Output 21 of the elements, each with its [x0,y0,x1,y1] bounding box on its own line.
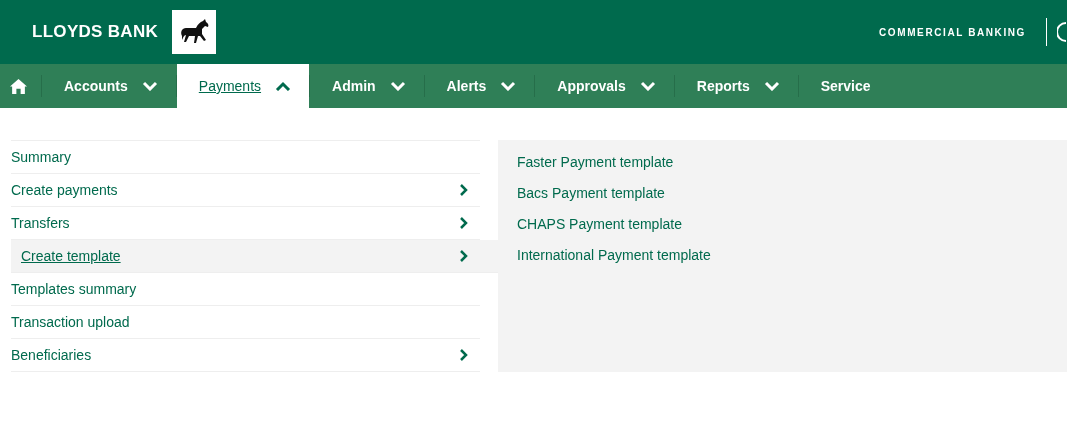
bank-name: LLOYDS BANK [32,22,159,42]
nav-tab[interactable]: Reports [674,64,798,108]
menu-item[interactable]: Templates summary [11,273,480,306]
menu-item[interactable]: Beneficiaries [11,339,480,372]
submenu-link[interactable]: Faster Payment template [517,153,1067,172]
menu-item[interactable]: Create template [11,240,498,273]
menu-item[interactable]: Create payments [11,174,480,207]
nav-tab[interactable]: Service [798,64,889,108]
nav-tab[interactable]: Admin [310,64,424,108]
menu-item[interactable]: Summary [11,141,480,174]
submenu-link[interactable]: International Payment template [517,246,1067,265]
nav-tab[interactable]: Payments [176,64,310,108]
submenu-link[interactable]: Bacs Payment template [517,184,1067,203]
home-icon[interactable] [10,77,27,95]
division-label[interactable]: COMMERCIAL BANKING [879,26,1026,38]
nav-tab[interactable]: Alerts [424,64,535,108]
nav-tab[interactable]: Approvals [535,64,674,108]
horse-icon [172,10,217,54]
submenu-link[interactable]: CHAPS Payment template [517,215,1067,234]
nav-tab[interactable]: Accounts [42,64,176,108]
menu-item[interactable]: Transaction upload [11,306,480,339]
